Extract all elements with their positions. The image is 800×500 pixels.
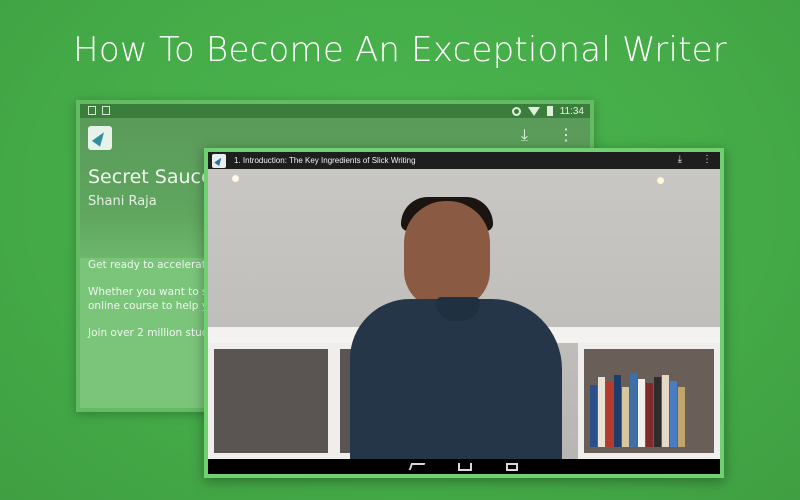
status-time: 11:34 [559, 105, 584, 117]
lecture-toolbar: 1. Introduction: The Key Ingredients of … [208, 152, 720, 169]
download-icon[interactable]: ⤓ [521, 128, 528, 144]
description-line: Join over 2 million students [88, 327, 232, 339]
lecture-title: 1. Introduction: The Key Ingredients of … [234, 156, 416, 165]
lecture-video[interactable] [208, 169, 720, 459]
course-author: Shani Raja [88, 194, 157, 209]
image-icon [102, 106, 110, 115]
more-vert-icon[interactable]: ⋮ [558, 128, 574, 144]
ceiling-light [232, 175, 239, 182]
home-icon[interactable] [458, 462, 472, 471]
description-line: Whether you want to start a [88, 286, 237, 298]
description-line: online course to help you ge [88, 300, 238, 312]
app-logo-icon[interactable] [212, 153, 226, 168]
wifi-icon [527, 106, 540, 116]
phone-icon [88, 106, 96, 115]
ceiling-light [657, 177, 664, 184]
shelf-compartment [208, 343, 334, 459]
page-headline: How To Become An Exceptional Writer [73, 30, 727, 70]
battery-icon [546, 106, 553, 116]
more-vert-icon[interactable]: ⋮ [702, 154, 712, 165]
course-title: Secret Sauce [88, 166, 213, 188]
back-icon[interactable] [408, 463, 426, 470]
books [590, 373, 685, 447]
status-bar: 11:34 [80, 104, 590, 118]
foreground-tablet-screen: 1. Introduction: The Key Ingredients of … [204, 148, 724, 478]
description-line: Get ready to accelerate your [88, 259, 240, 271]
download-icon[interactable]: ⤓ [678, 154, 682, 165]
app-logo-icon [88, 126, 112, 150]
sync-icon [511, 106, 521, 116]
android-nav-bar [208, 459, 720, 474]
course-description: Get ready to accelerate your Whether you… [88, 258, 240, 353]
presenter-head [404, 201, 490, 309]
presenter-body [350, 299, 562, 459]
recent-apps-icon[interactable] [506, 462, 518, 471]
shelf-compartment [578, 343, 720, 459]
